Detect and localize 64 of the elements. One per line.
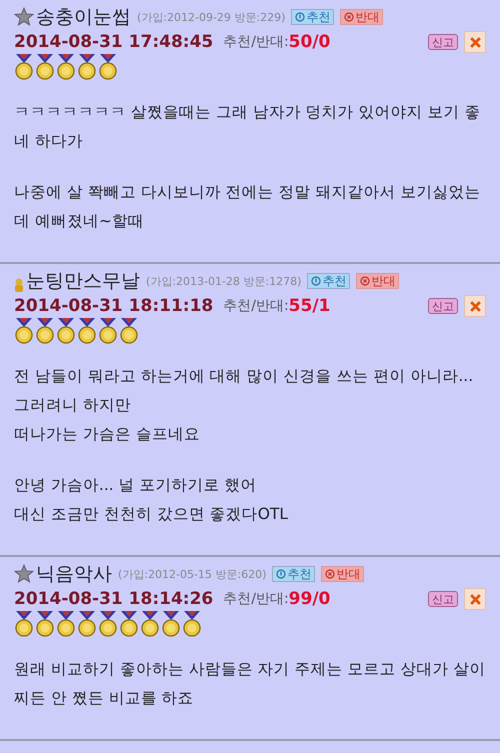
medal-icon bbox=[98, 54, 118, 80]
cross-circle-icon bbox=[344, 12, 354, 22]
post-datetime: 2014-08-31 17:48:45 bbox=[14, 32, 214, 52]
oppose-button[interactable]: 반대 bbox=[356, 273, 400, 289]
comment-text: ㅋㅋㅋㅋㅋㅋㅋ 살쪘을때는 그래 남자가 덩치가 있어야지 보기 좋네 하다가 bbox=[14, 102, 482, 152]
close-icon bbox=[468, 300, 482, 312]
medal-icon bbox=[119, 318, 139, 344]
medal-icon bbox=[77, 54, 97, 80]
figure-icon bbox=[14, 278, 24, 292]
nickname[interactable]: 눈팅만스무날 bbox=[26, 268, 140, 294]
star-icon bbox=[14, 7, 34, 27]
medal-icon bbox=[56, 318, 76, 344]
medal-icon bbox=[35, 611, 55, 637]
member-info: (가입:2012-09-29 방문:229) bbox=[137, 10, 286, 24]
member-info: (가입:2012-05-15 방문:620) bbox=[118, 566, 266, 582]
vote-count: 50/0 bbox=[288, 32, 330, 52]
medal-icon bbox=[14, 611, 34, 637]
medal-icon bbox=[35, 318, 55, 344]
report-button[interactable]: 신고 bbox=[428, 34, 458, 50]
report-button[interactable]: 신고 bbox=[428, 591, 458, 607]
medal-icon bbox=[14, 54, 34, 80]
medal-icon bbox=[161, 611, 181, 637]
votes-label: 추천/반대: bbox=[223, 33, 289, 51]
medal-icon bbox=[77, 318, 97, 344]
delete-button[interactable] bbox=[464, 31, 486, 53]
comment-text: 원래 비교하기 좋아하는 사람들은 자기 주제는 모르고 상대가 살이 찌든 안 쪘든 비교를 하죠 bbox=[14, 659, 486, 709]
info-icon bbox=[311, 276, 322, 286]
nickname[interactable]: 닉음악사 bbox=[36, 561, 112, 587]
cross-circle-icon bbox=[325, 569, 336, 579]
close-icon bbox=[468, 36, 482, 48]
delete-button[interactable] bbox=[464, 295, 486, 317]
star-icon bbox=[14, 564, 34, 584]
oppose-button[interactable]: 반대 bbox=[321, 566, 364, 582]
comment-text: 안녕 가슴아... 널 포기하기로 했어 대신 조금만 천천히 갔으면 좋겠다OTL bbox=[14, 475, 290, 525]
medal-icon bbox=[182, 611, 202, 637]
recommend-button[interactable]: 추천 bbox=[291, 9, 334, 25]
medal-icon bbox=[140, 611, 160, 637]
votes-label: 추천/반대: bbox=[223, 590, 289, 608]
medal-icon bbox=[56, 611, 76, 637]
medal-icon bbox=[14, 318, 34, 344]
info-icon bbox=[276, 569, 286, 579]
cross-circle-icon bbox=[360, 276, 370, 286]
post-datetime: 2014-08-31 18:11:18 bbox=[14, 296, 214, 316]
oppose-button[interactable]: 반대 bbox=[340, 9, 384, 25]
vote-count: 55/1 bbox=[288, 296, 330, 316]
recommend-button[interactable]: 추천 bbox=[307, 273, 350, 289]
comment-text: 전 남들이 뭐라고 하는거에 대해 많이 신경을 쓰는 편이 아니라... 그러려니 하지만 떠나가는 가슴은 슬프네요 bbox=[14, 366, 474, 445]
medal-icon bbox=[56, 54, 76, 80]
info-icon bbox=[295, 12, 306, 22]
post-datetime: 2014-08-31 18:14:26 bbox=[14, 589, 214, 609]
report-button[interactable]: 신고 bbox=[428, 298, 458, 314]
medal-icon bbox=[98, 318, 118, 344]
nickname[interactable]: 송충이눈썹 bbox=[36, 4, 131, 30]
medal-icon bbox=[35, 54, 55, 80]
member-info: (가입:2013-01-28 방문:1278) bbox=[146, 274, 302, 288]
delete-button[interactable] bbox=[464, 588, 486, 610]
medal-icon bbox=[119, 611, 139, 637]
votes-label: 추천/반대: bbox=[223, 297, 289, 315]
close-icon bbox=[468, 592, 482, 606]
vote-count: 99/0 bbox=[288, 589, 330, 609]
medal-icon bbox=[98, 611, 118, 637]
recommend-button[interactable]: 추천 bbox=[272, 566, 316, 582]
medal-icon bbox=[77, 611, 97, 637]
comment-text: 나중에 살 쫙빼고 다시보니까 전에는 정말 돼지같아서 보기싫었는데 예뻐졌네~할때 bbox=[14, 182, 482, 232]
